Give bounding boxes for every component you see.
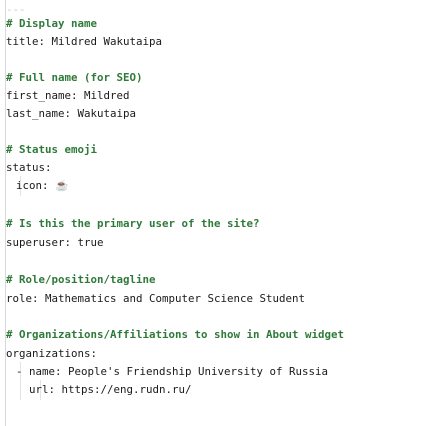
code-line-13: # Is this the primary user of the site? xyxy=(6,217,260,230)
code-line-22: url: https://eng.rudn.ru/ xyxy=(16,383,192,396)
code-line-14: superuser: true xyxy=(6,236,104,249)
code-editor[interactable]: --- # Display name title: Mildred Wakuta… xyxy=(0,0,441,426)
code-line-3: title: Mildred Wakutaipa xyxy=(6,35,163,48)
code-line-2: # Display name xyxy=(6,17,98,30)
code-line-5: # Full name (for SEO) xyxy=(6,71,143,84)
code-line-19: # Organizations/Affiliations to show in … xyxy=(6,328,345,341)
code-line-6: first_name: Mildred xyxy=(6,89,130,102)
code-line-9: # Status emoji xyxy=(6,143,98,156)
code-line-21: - name: People's Friendship University o… xyxy=(16,365,329,378)
code-line-17: role: Mathematics and Computer Science S… xyxy=(6,292,306,305)
code-line-16: # Role/position/tagline xyxy=(6,273,156,286)
code-line-10: status: xyxy=(6,161,52,174)
code-line-11: icon: ☕️ xyxy=(16,179,69,192)
code-line-7: last_name: Wakutaipa xyxy=(6,107,137,120)
code-line-20: organizations: xyxy=(6,347,98,360)
